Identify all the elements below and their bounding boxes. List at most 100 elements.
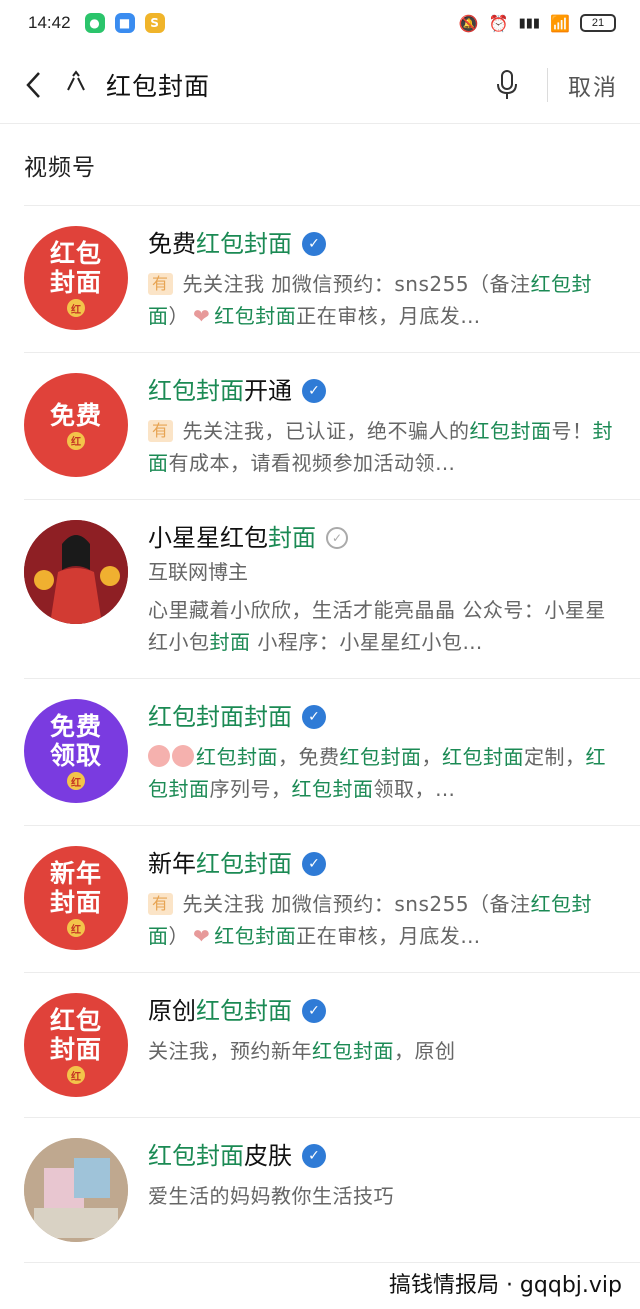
desc-text: 爱生活的妈妈教你生活技巧: [148, 1184, 394, 1208]
status-time: 14:42: [28, 13, 71, 32]
coin-icon: 红: [67, 919, 85, 937]
result-description: 有先关注我 加微信预约：sns255（备注红包封面） ❤ 红包封面正在审核，月底发…: [148, 888, 616, 952]
result-subtitle: 互联网博主: [148, 560, 248, 584]
coin-icon: 红: [67, 299, 85, 317]
search-input[interactable]: 红包封面: [106, 67, 210, 103]
battery-icon: 21: [580, 14, 616, 32]
avatar: 红包 封面红: [24, 226, 128, 330]
avatar: 免费红: [24, 373, 128, 477]
desc-text: 有成本，请看视频参加活动领…: [168, 451, 456, 475]
photo-image: [24, 1138, 128, 1242]
verified-icon: ✓: [302, 379, 326, 403]
result-description: 红包封面，免费红包封面，红包封面定制，红包封面序列号，红包封面领取，…: [148, 741, 616, 805]
highlight-text: 红包封面: [291, 777, 374, 801]
avatar: [24, 1138, 128, 1242]
avatar-text: 红包: [49, 1006, 102, 1035]
result-item[interactable]: 红包封面 皮肤 ✓ 爱生活的妈妈教你生活技巧: [24, 1118, 640, 1263]
title-text: 红包封面: [148, 377, 244, 405]
tag-badge: 有: [148, 420, 173, 442]
title-text: 红包封面: [196, 997, 292, 1025]
desc-text: 先关注我 加微信预约：sns255（备注: [182, 272, 531, 296]
desc-text: ）: [168, 304, 189, 328]
title-text: 封面: [268, 524, 316, 552]
title-text: 红包封面: [148, 1142, 244, 1170]
coin-icon: 红: [67, 772, 85, 790]
highlight-text: 红包封面: [339, 745, 422, 769]
desc-text: 正在审核，月底发…: [296, 304, 481, 328]
result-content: 小星星红包 封面 ✓ 互联网博主心里藏着小欣欣，生活才能亮晶晶 公众号：小星星红小包封…: [148, 520, 616, 658]
result-description: 有先关注我 加微信预约：sns255（备注红包封面） ❤ 红包封面正在审核，月底发…: [148, 268, 616, 332]
voice-input-button[interactable]: [487, 65, 527, 105]
result-title: 红包封面 皮肤 ✓: [148, 1138, 616, 1174]
result-content: 红包封面 皮肤 ✓ 爱生活的妈妈教你生活技巧: [148, 1138, 616, 1242]
title-text: 红包封面: [196, 850, 292, 878]
result-item[interactable]: 小星星红包 封面 ✓ 互联网博主心里藏着小欣欣，生活才能亮晶晶 公众号：小星星红小包封…: [24, 500, 640, 679]
title-text: 开通: [244, 377, 292, 405]
avatar-text: 封面: [49, 888, 102, 917]
avatar: 新年 封面红: [24, 846, 128, 950]
chevron-left-icon: [26, 71, 40, 98]
watermark: 搞钱情报局 · gqqbj.vip: [382, 1265, 628, 1301]
highlight-text: 红包封面: [196, 745, 278, 769]
desc-text: ，: [421, 745, 442, 769]
result-item[interactable]: 免费红红包封面 开通 ✓ 有先关注我，已认证，绝不骗人的红包封面号！封面有成本，请看视…: [24, 353, 640, 500]
desc-text: 先关注我，已认证，绝不骗人的: [182, 419, 470, 443]
back-button[interactable]: [18, 65, 48, 105]
coin-icon: 红: [67, 431, 85, 450]
tag-badge: 有: [148, 273, 173, 295]
cancel-button[interactable]: 取消: [568, 68, 618, 102]
result-title: 免费 红包封面 ✓: [148, 226, 616, 262]
result-description: 有先关注我，已认证，绝不骗人的红包封面号！封面有成本，请看视频参加活动领…: [148, 415, 616, 479]
desc-text: 小程序：小星星红小包…: [250, 630, 483, 654]
title-text: 免费: [148, 230, 196, 258]
search-bar: 红包封面 取消: [0, 46, 640, 124]
result-content: 原创 红包封面 ✓ 关注我，预约新年红包封面，原创: [148, 993, 616, 1097]
portrait-image: [24, 520, 128, 624]
mute-icon: 🔕: [458, 13, 479, 33]
desc-text: 号！: [551, 419, 593, 443]
verified-icon: ✓: [302, 1144, 326, 1168]
verified-icon: ✓: [302, 999, 326, 1023]
highlight-text: 红包封面: [442, 745, 524, 769]
desc-text: ）: [168, 924, 189, 948]
result-title: 小星星红包 封面 ✓: [148, 520, 616, 556]
wifi-icon: 📶: [550, 13, 570, 33]
highlight-text: 红包封面: [469, 419, 552, 443]
heart-icon: ❤: [193, 924, 211, 948]
title-text: 新年: [148, 850, 196, 878]
status-icons: 🔕 ⏰ ▮▮▮ 📶 21: [459, 14, 616, 33]
title-text: 红包封面: [196, 230, 292, 258]
avatar: 免费 领取红: [24, 699, 128, 803]
result-content: 红包封面 开通 ✓ 有先关注我，已认证，绝不骗人的红包封面号！封面有成本，请看视频参加…: [148, 373, 616, 479]
desc-text: 关注我，预约新年: [148, 1039, 312, 1063]
verified-icon: ✓: [326, 527, 348, 549]
status-bar: 14:42 ● ■ S 🔕 ⏰ ▮▮▮ 📶 21: [0, 0, 640, 46]
avatar-text: 领取: [49, 741, 102, 770]
result-content: 免费 红包封面 ✓ 有先关注我 加微信预约：sns255（备注红包封面） ❤ 红包封面正在…: [148, 226, 616, 332]
highlight-text: 红包封面: [214, 304, 297, 328]
desc-text: 领取，…: [373, 777, 456, 801]
result-item[interactable]: 红包 封面红原创 红包封面 ✓ 关注我，预约新年红包封面，原创: [24, 973, 640, 1118]
avatar-text: 红包: [49, 239, 102, 268]
desc-text: 正在审核，月底发…: [296, 924, 481, 948]
result-item[interactable]: 免费 领取红红包封面封面 ✓ 红包封面，免费红包封面，红包封面定制，红包封面序列号，红…: [24, 679, 640, 826]
avatar-text: 免费: [49, 400, 102, 430]
desc-text: ，原创: [394, 1039, 456, 1063]
result-description: 心里藏着小欣欣，生活才能亮晶晶 公众号：小星星红小包封面 小程序：小星星红小包…: [148, 594, 616, 658]
result-content: 红包封面封面 ✓ 红包封面，免费红包封面，红包封面定制，红包封面序列号，红包封面领取…: [148, 699, 616, 805]
result-title: 红包封面 开通 ✓: [148, 373, 616, 409]
tag-badge: 有: [148, 893, 173, 915]
result-description: 爱生活的妈妈教你生活技巧: [148, 1180, 616, 1212]
highlight-text: 红包封面: [312, 1039, 394, 1063]
results-list: 红包 封面红免费 红包封面 ✓ 有先关注我 加微信预约：sns255（备注红包封面） ❤ 红…: [0, 206, 640, 1263]
avatar-text: 封面: [49, 1035, 102, 1064]
verified-icon: ✓: [302, 232, 326, 256]
avatar-text: 免费: [49, 712, 102, 741]
result-item[interactable]: 红包 封面红免费 红包封面 ✓ 有先关注我 加微信预约：sns255（备注红包封面） ❤ 红…: [24, 206, 640, 353]
result-title: 新年 红包封面 ✓: [148, 846, 616, 882]
avatar-text: 新年: [49, 859, 102, 888]
result-item[interactable]: 新年 封面红新年 红包封面 ✓ 有先关注我 加微信预约：sns255（备注红包封面） ❤ 红…: [24, 826, 640, 973]
signal-icon: ▮▮▮: [518, 15, 541, 31]
wechat-search-icon: [64, 69, 92, 100]
title-text: 小星星红包: [148, 524, 268, 552]
